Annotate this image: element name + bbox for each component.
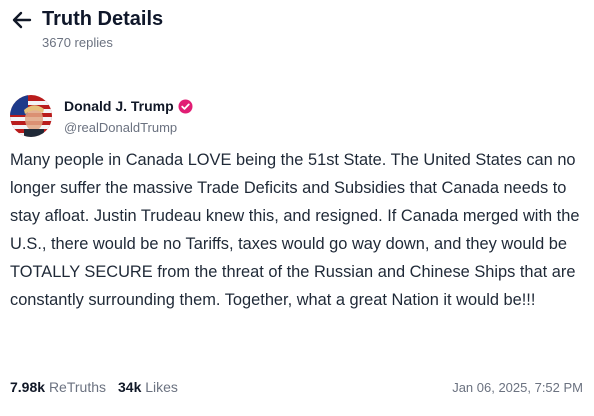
post-timestamp: Jan 06, 2025, 7:52 PM <box>452 380 583 395</box>
retruths-label: ReTruths <box>48 379 106 395</box>
page-header: Truth Details 3670 replies <box>0 0 594 60</box>
likes-label: Likes <box>145 379 178 395</box>
likes-stat[interactable]: 34k Likes <box>118 378 178 396</box>
author-name-row: Donald J. Trump <box>64 98 193 115</box>
retruths-count: 7.98k <box>10 379 46 395</box>
back-button[interactable] <box>10 8 34 32</box>
arrow-left-icon <box>10 8 34 32</box>
avatar[interactable] <box>10 95 52 137</box>
likes-count: 34k <box>118 379 142 395</box>
verified-badge-icon <box>178 99 193 114</box>
page-title: Truth Details <box>42 8 164 30</box>
retruths-stat[interactable]: 7.98k ReTruths <box>10 378 106 396</box>
author-handle[interactable]: @realDonaldTrump <box>64 120 177 136</box>
author-name[interactable]: Donald J. Trump <box>64 98 174 115</box>
reply-count[interactable]: 3670 replies <box>42 35 113 51</box>
post-body: Many people in Canada LOVE being the 51s… <box>10 151 580 309</box>
post-author: Donald J. Trump @realDonaldTrump <box>10 95 410 139</box>
post-stats: 7.98k ReTruths 34k Likes <box>10 378 190 396</box>
